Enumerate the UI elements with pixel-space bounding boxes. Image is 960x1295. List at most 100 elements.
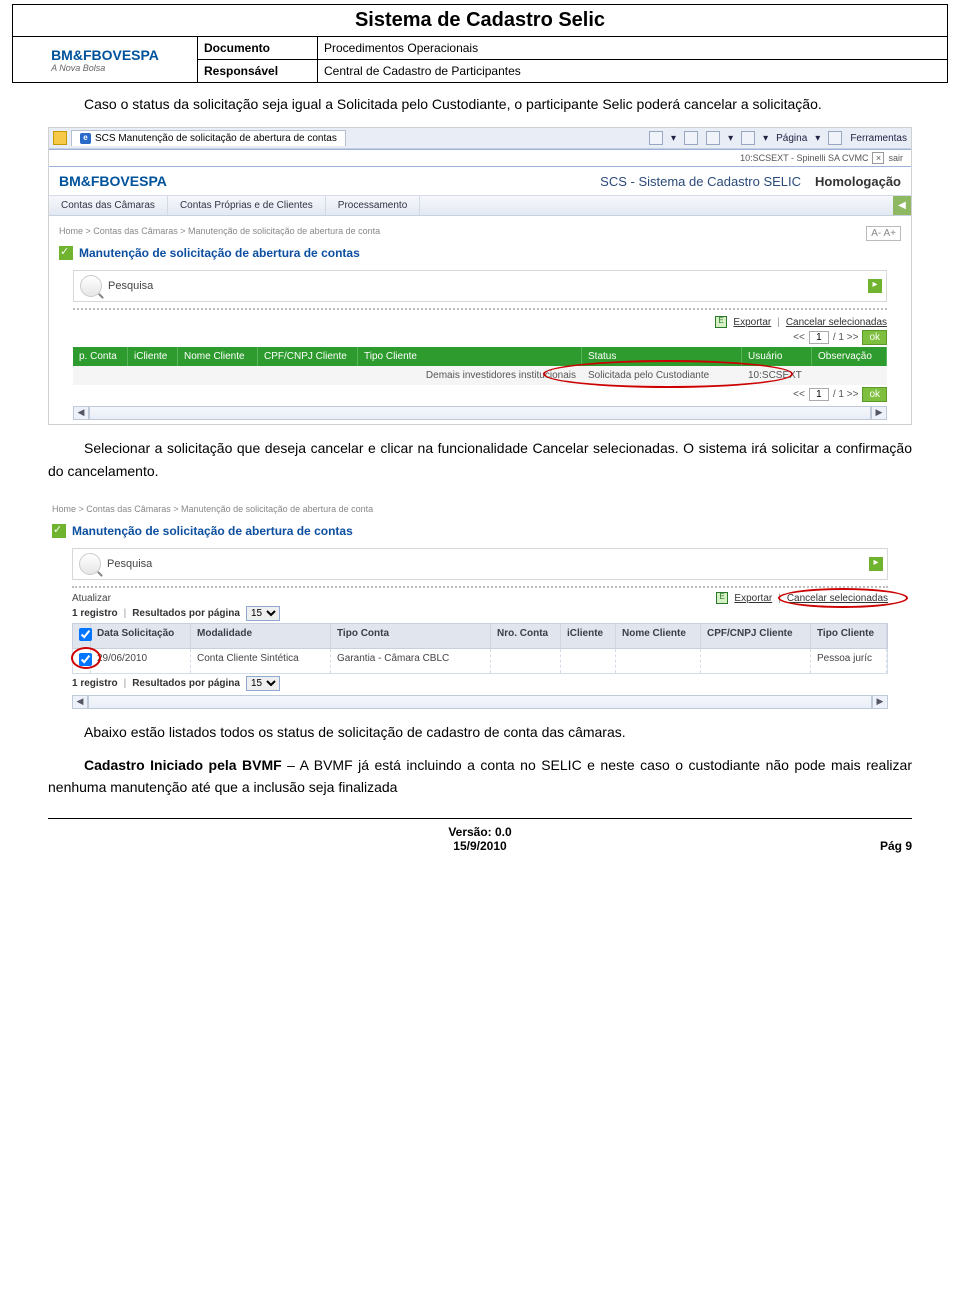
search-label-2: Pesquisa bbox=[107, 558, 152, 570]
col-obs: Observação bbox=[812, 347, 887, 366]
close-icon[interactable]: × bbox=[872, 152, 884, 164]
logo-main: BM&FBOVESPA bbox=[51, 47, 159, 63]
menu-scroll-icon[interactable]: ◀ bbox=[893, 196, 911, 215]
pager-page-input-2[interactable] bbox=[809, 388, 829, 401]
page-menu[interactable]: Página bbox=[776, 133, 807, 144]
font-size-control[interactable]: A- A+ bbox=[866, 226, 901, 241]
logo-sub: A Nova Bolsa bbox=[51, 63, 105, 73]
col-conta: p. Conta bbox=[73, 347, 128, 366]
grid-row[interactable]: Demais investidores institucionais Solic… bbox=[73, 366, 887, 385]
atualizar-link[interactable]: Atualizar bbox=[72, 593, 111, 604]
col-nome: Nome Cliente bbox=[178, 347, 258, 366]
expand-icon[interactable]: ▸ bbox=[868, 279, 882, 293]
ie-tab-bar: e SCS Manutenção de solicitação de abert… bbox=[49, 128, 911, 149]
pager-prev[interactable]: << bbox=[793, 332, 805, 343]
scrollbar[interactable]: ◀ ▶ bbox=[73, 406, 887, 420]
meta-value-responsavel: Central de Cadastro de Participantes bbox=[318, 60, 947, 82]
cancel-selected-link-2[interactable]: Cancelar selecionadas bbox=[787, 593, 888, 604]
col2-modalidade: Modalidade bbox=[191, 624, 331, 648]
toolbar-2: Atualizar Exportar | Cancelar selecionad… bbox=[72, 592, 888, 604]
check-icon-2 bbox=[52, 524, 66, 538]
doc-header: Sistema de Cadastro Selic BM&FBOVESPA A … bbox=[12, 4, 948, 83]
search-icon bbox=[80, 275, 102, 297]
col-status: Status bbox=[582, 347, 742, 366]
search-bar-2[interactable]: Pesquisa ▸ bbox=[72, 548, 888, 580]
meta-table: Documento Procedimentos Operacionais Res… bbox=[198, 37, 947, 82]
pager-bottom: << / 1 >> ok bbox=[73, 387, 887, 402]
scroll-right-icon[interactable]: ▶ bbox=[871, 406, 887, 420]
tools-menu[interactable]: Ferramentas bbox=[850, 133, 907, 144]
pager-top: << / 1 >> ok bbox=[73, 330, 887, 345]
col2-icliente: iCliente bbox=[561, 624, 616, 648]
grid2-row[interactable]: 29/06/2010 Conta Cliente Sintética Garan… bbox=[72, 649, 888, 674]
scroll-right-icon-2[interactable]: ▶ bbox=[872, 695, 888, 709]
col-usuario: Usuário bbox=[742, 347, 812, 366]
cell-tipo-cliente: Demais investidores institucionais bbox=[358, 366, 582, 385]
col-tipo-cliente: Tipo Cliente bbox=[358, 347, 582, 366]
search-bar[interactable]: Pesquisa ▸ bbox=[73, 270, 887, 302]
menu-processamento[interactable]: Processamento bbox=[326, 196, 420, 215]
export-link-2[interactable]: Exportar bbox=[734, 593, 772, 604]
app-logo: BM&FBOVESPA bbox=[59, 173, 167, 189]
scroll-left-icon-2[interactable]: ◀ bbox=[72, 695, 88, 709]
perpage-select-2[interactable]: 15 bbox=[246, 676, 280, 691]
footer-date: 15/9/2010 bbox=[128, 839, 832, 853]
menu-contas-clientes[interactable]: Contas Próprias e de Clientes bbox=[168, 196, 326, 215]
count-label: 1 registro bbox=[72, 608, 118, 619]
scroll-left-icon[interactable]: ◀ bbox=[73, 406, 89, 420]
results-info-top: 1 registro | Resultados por página 15 bbox=[72, 606, 888, 621]
scrollbar-2[interactable]: ◀ ▶ bbox=[72, 695, 888, 709]
meta-label-documento: Documento bbox=[198, 37, 318, 59]
export-link[interactable]: Exportar bbox=[733, 317, 771, 328]
pager-page-input[interactable] bbox=[809, 331, 829, 344]
col2-nroconta: Nro. Conta bbox=[491, 624, 561, 648]
app-header: BM&FBOVESPA SCS - Sistema de Cadastro SE… bbox=[49, 167, 911, 196]
col2-tipoconta: Tipo Conta bbox=[331, 624, 491, 648]
browser-tab[interactable]: e SCS Manutenção de solicitação de abert… bbox=[71, 130, 346, 146]
divider-2 bbox=[72, 584, 888, 588]
paragraph-2: Selecionar a solicitação que deseja canc… bbox=[48, 437, 912, 482]
results-info-bottom: 1 registro | Resultados por página 15 bbox=[72, 676, 888, 691]
col2-nome: Nome Cliente bbox=[616, 624, 701, 648]
cell-modalidade: Conta Cliente Sintética bbox=[191, 649, 331, 673]
export-toolbar: Exportar | Cancelar selecionadas bbox=[73, 316, 887, 328]
session-strip: 10:SCSEXT - Spinelli SA CVMC × sair bbox=[49, 149, 911, 167]
paragraph-2-text: Selecionar a solicitação que deseja canc… bbox=[48, 440, 912, 478]
homolog-label: Homologação bbox=[815, 174, 901, 189]
search-icon-2 bbox=[79, 553, 101, 575]
logout-link[interactable]: sair bbox=[888, 153, 903, 163]
excel-icon bbox=[715, 316, 727, 328]
breadcrumb-2: Home > Contas das Câmaras > Manutenção d… bbox=[48, 494, 912, 518]
home-icon[interactable] bbox=[649, 131, 663, 145]
section-title-2: Manutenção de solicitação de abertura de… bbox=[72, 524, 353, 538]
col-icliente: iCliente bbox=[128, 347, 178, 366]
meta-value-documento: Procedimentos Operacionais bbox=[318, 37, 947, 59]
app-menu: Contas das Câmaras Contas Próprias e de … bbox=[49, 196, 911, 216]
cell-status: Solicitada pelo Custodiante bbox=[582, 366, 742, 385]
paragraph-1-text: Caso o status da solicitação seja igual … bbox=[84, 96, 822, 112]
meta-label-responsavel: Responsável bbox=[198, 60, 318, 82]
favorites-icon[interactable] bbox=[53, 131, 67, 145]
screenshot-1: e SCS Manutenção de solicitação de abert… bbox=[48, 127, 912, 425]
divider bbox=[73, 306, 887, 310]
menu-contas-camaras[interactable]: Contas das Câmaras bbox=[49, 196, 168, 215]
session-info: 10:SCSEXT - Spinelli SA CVMC bbox=[740, 153, 868, 163]
excel-icon-2 bbox=[716, 592, 728, 604]
expand-icon-2[interactable]: ▸ bbox=[869, 557, 883, 571]
pager-ok-button[interactable]: ok bbox=[862, 330, 887, 345]
pager-prev-2[interactable]: << bbox=[793, 389, 805, 400]
feed-icon[interactable] bbox=[684, 131, 698, 145]
ie-icon: e bbox=[80, 133, 91, 144]
section-header-2: Manutenção de solicitação de abertura de… bbox=[48, 518, 912, 544]
pager-ok-button-2[interactable]: ok bbox=[862, 387, 887, 402]
perpage-select[interactable]: 15 bbox=[246, 606, 280, 621]
breadcrumb: Home > Contas das Câmaras > Manutenção d… bbox=[49, 216, 911, 240]
mail-icon[interactable] bbox=[706, 131, 720, 145]
results-label: Resultados por página bbox=[132, 608, 240, 619]
check-icon bbox=[59, 246, 73, 260]
cancel-selected-link[interactable]: Cancelar selecionadas bbox=[786, 317, 887, 328]
tools-icon[interactable] bbox=[828, 131, 842, 145]
col2-cpf: CPF/CNPJ Cliente bbox=[701, 624, 811, 648]
grid2-header: Data Solicitação Modalidade Tipo Conta N… bbox=[72, 623, 888, 649]
print-icon[interactable] bbox=[741, 131, 755, 145]
